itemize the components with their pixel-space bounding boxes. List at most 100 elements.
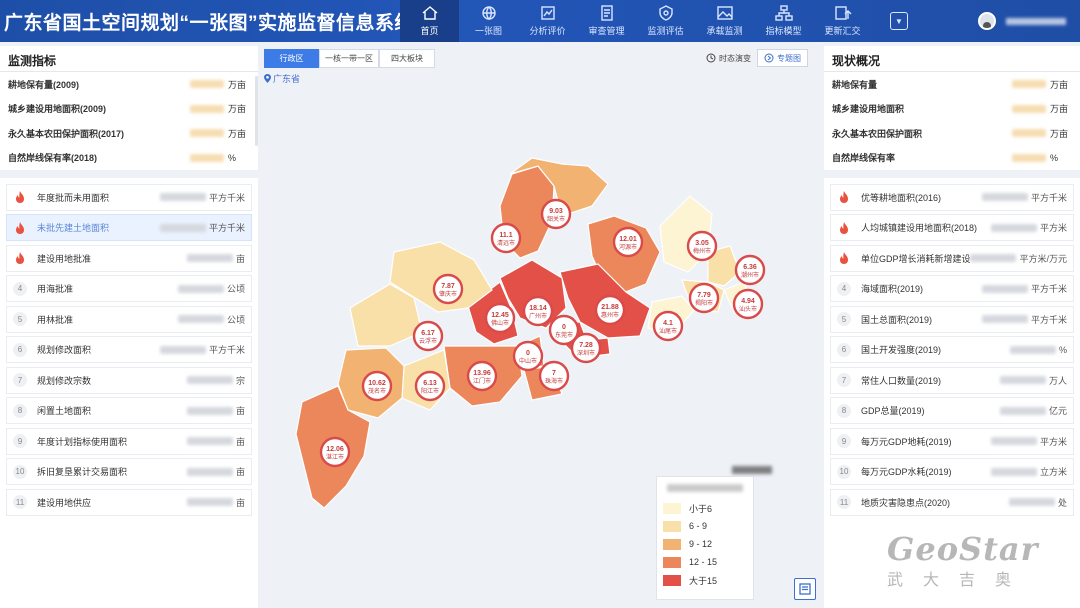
legend-item[interactable]: 12 - 15 [663, 553, 747, 571]
kpi-value [190, 80, 224, 89]
map-annotation-redacted [732, 466, 772, 474]
city-marker[interactable]: 6.13阳江市 [414, 370, 446, 402]
kpi-value [190, 129, 224, 138]
list-item[interactable]: 5 国土总面积(2019) 平方千米 [830, 305, 1074, 333]
tab-core-belt-zone[interactable]: 一核一带一区 [319, 49, 379, 68]
kpi-value [190, 153, 224, 162]
city-marker[interactable]: 12.06湛江市 [319, 436, 351, 468]
list-item[interactable]: 5 用林批准 公顷 [6, 305, 252, 333]
left-panel-title: 监测指标 [0, 46, 258, 72]
nav-monitor[interactable]: 监测评估 [636, 0, 695, 42]
list-item[interactable]: 建设用地批准 亩 [6, 244, 252, 272]
nav-label: 审查管理 [588, 26, 625, 36]
list-item[interactable]: 人均城镇建设用地面积(2018) 平方米 [830, 214, 1074, 241]
list-item[interactable]: 7 规划修改宗数 宗 [6, 366, 252, 394]
timeline-button[interactable]: 时态演变 [706, 53, 751, 64]
list-item[interactable]: 8 闲置土地面积 亩 [6, 397, 252, 424]
nav-review[interactable]: 审查管理 [577, 0, 636, 42]
list-item[interactable]: 年度批而未用面积 平方千米 [6, 183, 252, 211]
city-marker[interactable]: 12.01河源市 [612, 226, 644, 258]
city-marker[interactable]: 9.03韶关市 [540, 198, 572, 230]
city-marker[interactable]: 4.1汕尾市 [652, 310, 684, 342]
list-item[interactable]: 10 每万元GDP水耗(2019) 立方米 [830, 458, 1074, 485]
city-marker[interactable]: 13.96江门市 [466, 360, 498, 392]
row-unit: 平方千米 [1030, 284, 1067, 294]
tab-four-sectors[interactable]: 四大板块 [379, 49, 435, 68]
row-value-redacted [970, 254, 1017, 262]
clock-icon [706, 53, 716, 63]
nav-label: 监测评估 [647, 26, 684, 36]
map-target-icon [764, 53, 774, 63]
city-name: 佛山市 [491, 319, 509, 327]
city-marker[interactable]: 0中山市 [512, 340, 544, 372]
row-unit: 亿元 [1048, 406, 1067, 416]
nav-update[interactable]: 更新汇交 [813, 0, 872, 42]
layer-toggle-button[interactable] [794, 578, 816, 600]
list-item[interactable]: 单位GDP增长消耗新增建设... 平方米/万元 [830, 244, 1074, 272]
legend-item[interactable]: 9 - 12 [663, 535, 747, 553]
row-unit: 万人 [1048, 375, 1067, 386]
legend-swatch [663, 574, 681, 586]
list-item[interactable]: 未批先建土地面积 平方千米 [6, 214, 252, 241]
model-icon [774, 5, 793, 21]
city-marker[interactable]: 11.1清远市 [490, 222, 522, 254]
nav-capacity[interactable]: 承载监测 [695, 0, 754, 42]
nav-home[interactable]: 首页 [400, 0, 459, 42]
legend-item[interactable]: 6 - 9 [663, 517, 747, 535]
city-name: 湛江市 [326, 453, 344, 461]
city-marker[interactable]: 7.28深圳市 [570, 332, 602, 364]
city-marker[interactable]: 10.62茂名市 [361, 370, 393, 402]
legend-item[interactable]: 大于15 [663, 571, 747, 589]
city-marker[interactable]: 3.05梅州市 [686, 230, 718, 262]
city-value: 7.79 [697, 292, 711, 299]
city-marker[interactable]: 18.14广州市 [522, 295, 554, 327]
legend-swatch [663, 556, 681, 568]
map-area[interactable]: 11.1 清远市 9.03 韶关市 12.01 河源市 3.05 梅州市 6.36 潮州市 4.94… [262, 46, 820, 608]
thematic-map-button[interactable]: 专题图 [757, 49, 808, 67]
city-marker[interactable]: 21.88惠州市 [594, 294, 626, 326]
divider [0, 170, 258, 178]
kpi-value [1012, 104, 1046, 113]
row-unit: 平方米 [1039, 436, 1067, 447]
tab-admin-district[interactable]: 行政区 [264, 49, 319, 68]
city-marker[interactable]: 7.79揭阳市 [688, 282, 720, 314]
fire-icon [840, 191, 848, 203]
city-marker[interactable]: 12.45佛山市 [484, 302, 516, 334]
list-item[interactable]: 6 国土开发强度(2019)% [830, 336, 1074, 363]
divider [824, 170, 1080, 178]
city-marker[interactable]: 7.87肇庆市 [432, 273, 464, 305]
nav-one-map[interactable]: 一张图 [459, 0, 518, 42]
city-marker[interactable]: 6.17云浮市 [412, 320, 444, 352]
list-item[interactable]: 4 用海批准 公顷 [6, 275, 252, 302]
main-nav: 首页 一张图 分析评价 审查管理 监测评估 承载监测 指标模型 更新汇交 [400, 0, 872, 42]
kpi-item: 自然岸线保有率% [832, 152, 1059, 164]
more-menu-button[interactable]: ▼ [890, 12, 908, 30]
list-item[interactable]: 6 规划修改面积 平方千米 [6, 336, 252, 363]
city-marker[interactable]: 6.36潮州市 [734, 254, 766, 286]
list-item[interactable]: 9 年度计划指标使用面积 亩 [6, 427, 252, 455]
list-item[interactable]: 10 拆旧复垦累计交易面积 亩 [6, 458, 252, 485]
list-item[interactable]: 8 GDP总量(2019) 亿元 [830, 397, 1074, 424]
left-kpi-list: 耕地保有量(2009) 万亩 城乡建设用地面积(2009) 万亩 永久基本农田保护面… [0, 72, 258, 170]
nav-analysis[interactable]: 分析评价 [518, 0, 577, 42]
row-number: 9 [837, 434, 851, 448]
list-item[interactable]: 9 每万元GDP地耗(2019) 平方米 [830, 427, 1074, 455]
list-item[interactable]: 4 海域面积(2019) 平方千米 [830, 275, 1074, 302]
city-marker[interactable]: 4.94汕头市 [732, 288, 764, 320]
scrollbar[interactable] [255, 76, 258, 146]
list-item[interactable]: 7 常住人口数量(2019) 万人 [830, 366, 1074, 394]
legend-item[interactable]: 小于6 [663, 499, 747, 517]
row-label: 地质灾害隐患点(2020) [861, 497, 951, 508]
nav-model[interactable]: 指标模型 [754, 0, 813, 42]
row-unit: 平方千米 [208, 345, 245, 355]
user-menu[interactable] [978, 12, 1080, 30]
breadcrumb[interactable]: 广东省 [264, 72, 300, 85]
city-value: 0 [526, 350, 530, 357]
thematic-map-label: 专题图 [777, 53, 801, 63]
nav-label: 一张图 [474, 26, 502, 36]
city-marker[interactable]: 7珠海市 [538, 360, 570, 392]
list-item[interactable]: 11 建设用地供应 亩 [6, 488, 252, 516]
list-item[interactable]: 11 地质灾害隐患点(2020) 处 [830, 488, 1074, 516]
city-value: 10.62 [368, 380, 386, 387]
list-item[interactable]: 优等耕地面积(2016) 平方千米 [830, 183, 1074, 211]
